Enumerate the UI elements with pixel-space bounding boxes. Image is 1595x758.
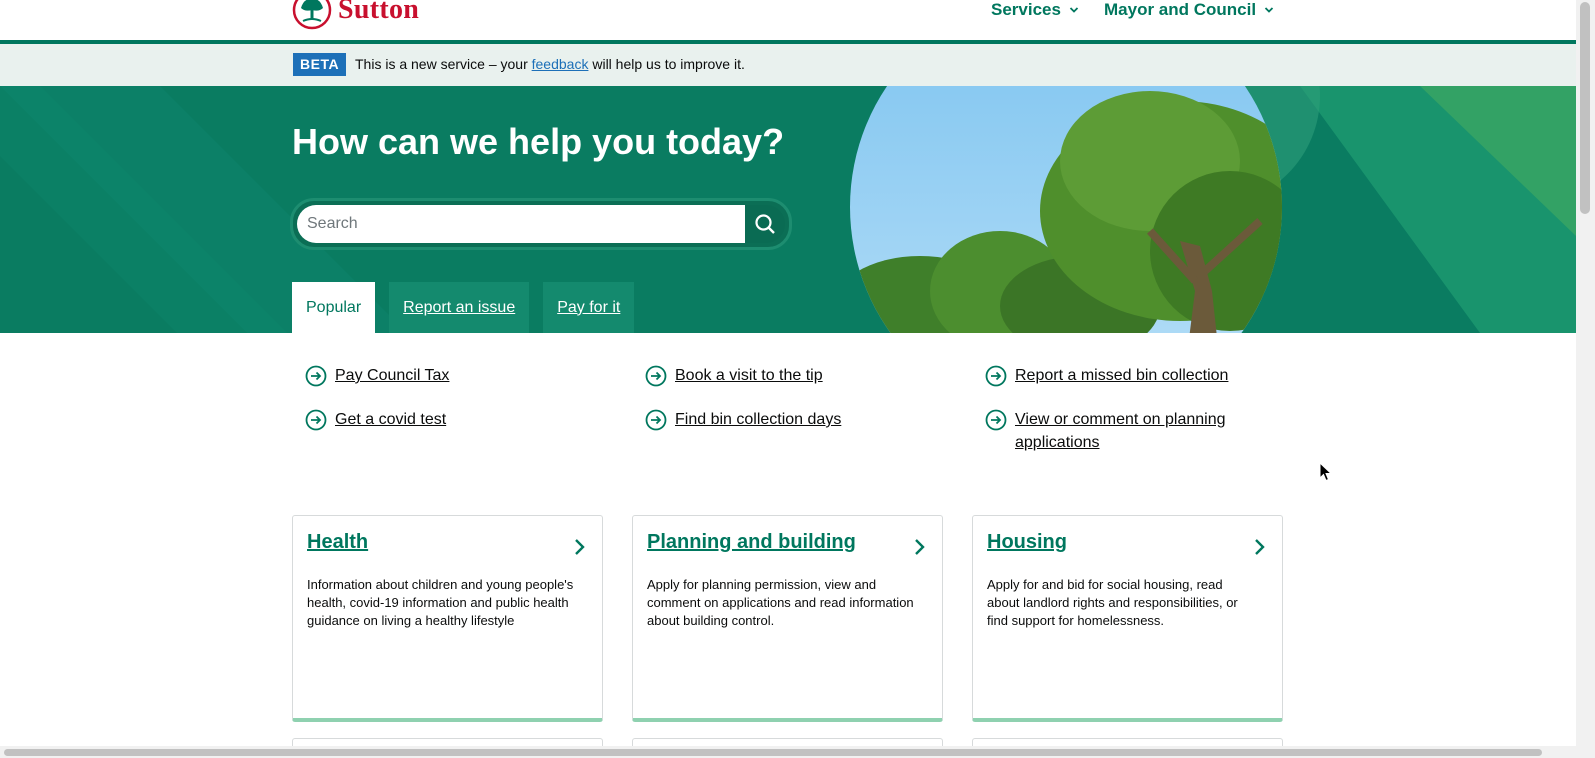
beta-text-after: will help us to improve it. bbox=[592, 56, 745, 72]
tree-logo-icon bbox=[292, 0, 332, 30]
tab-pay-for-it[interactable]: Pay for it bbox=[543, 282, 635, 333]
quick-link-label: Pay Council Tax bbox=[335, 367, 450, 384]
beta-text: This is a new service – your feedback wi… bbox=[355, 56, 745, 72]
beta-banner: BETA This is a new service – your feedba… bbox=[0, 44, 1576, 86]
chevron-down-icon bbox=[1264, 7, 1274, 13]
search-button[interactable] bbox=[745, 205, 785, 243]
feedback-link[interactable]: feedback bbox=[532, 56, 589, 72]
horizontal-scrollbar[interactable] bbox=[0, 746, 1576, 758]
mouse-cursor-icon bbox=[1319, 462, 1333, 482]
quick-link-planning-applications[interactable]: View or comment on planning applications bbox=[985, 408, 1245, 454]
horizontal-scrollbar-thumb[interactable] bbox=[4, 749, 1542, 756]
page: Sutton Services Mayor and Council BETA T… bbox=[0, 0, 1576, 758]
nav-services-label: Services bbox=[991, 0, 1061, 19]
search-box bbox=[290, 198, 792, 250]
chevron-down-icon bbox=[1069, 7, 1079, 13]
card-title[interactable]: Housing bbox=[987, 531, 1067, 554]
nav-mayor-and-council[interactable]: Mayor and Council bbox=[1104, 0, 1274, 20]
arrow-circle-right-icon bbox=[645, 365, 667, 387]
quick-link-book-tip-visit[interactable]: Book a visit to the tip bbox=[645, 364, 823, 387]
card-description: Information about children and young peo… bbox=[307, 577, 574, 628]
search-icon bbox=[755, 214, 775, 234]
chevron-right-icon bbox=[575, 539, 585, 555]
quick-link-label: View or comment on planning applications bbox=[1015, 411, 1226, 451]
sutton-logo[interactable]: Sutton bbox=[292, 0, 419, 30]
hero-tabs: Popular Report an issue Pay for it bbox=[292, 282, 635, 333]
quick-link-bin-days[interactable]: Find bin collection days bbox=[645, 408, 841, 431]
quick-link-covid-test[interactable]: Get a covid test bbox=[305, 408, 446, 431]
search-input[interactable] bbox=[297, 205, 745, 243]
card-title[interactable]: Planning and building bbox=[647, 531, 856, 554]
quick-link-label: Get a covid test bbox=[335, 411, 447, 428]
card-housing[interactable]: Housing Apply for and bid for social hou… bbox=[972, 515, 1283, 722]
tab-report-an-issue[interactable]: Report an issue bbox=[389, 282, 530, 333]
chevron-right-icon bbox=[1255, 539, 1265, 555]
arrow-circle-right-icon bbox=[985, 365, 1007, 387]
hero-park-image bbox=[850, 86, 1282, 333]
arrow-circle-right-icon bbox=[305, 409, 327, 431]
vertical-scrollbar[interactable] bbox=[1576, 0, 1595, 758]
card-description: Apply for and bid for social housing, re… bbox=[987, 577, 1238, 628]
card-title[interactable]: Health bbox=[307, 531, 368, 554]
nav-mayor-label: Mayor and Council bbox=[1104, 0, 1257, 19]
quick-link-pay-council-tax[interactable]: Pay Council Tax bbox=[305, 364, 449, 387]
arrow-circle-right-icon bbox=[305, 365, 327, 387]
hero-section: How can we help you today? Popular Repor… bbox=[0, 86, 1576, 333]
beta-text-before: This is a new service – your bbox=[355, 56, 528, 72]
arrow-circle-right-icon bbox=[985, 409, 1007, 431]
card-planning-and-building[interactable]: Planning and building Apply for planning… bbox=[632, 515, 943, 722]
quick-link-report-missed-bin[interactable]: Report a missed bin collection bbox=[985, 364, 1228, 387]
nav-services[interactable]: Services bbox=[991, 0, 1079, 20]
card-description: Apply for planning permission, view and … bbox=[647, 577, 914, 628]
beta-tag: BETA bbox=[293, 53, 347, 76]
logo-text: Sutton bbox=[338, 0, 420, 25]
quick-link-label: Book a visit to the tip bbox=[675, 367, 823, 384]
hero-title: How can we help you today? bbox=[292, 121, 785, 162]
quick-link-label: Find bin collection days bbox=[675, 411, 842, 428]
tab-popular[interactable]: Popular bbox=[292, 282, 376, 333]
park-illustration bbox=[850, 86, 1282, 333]
chevron-right-icon bbox=[915, 539, 925, 555]
site-header: Sutton Services Mayor and Council bbox=[0, 0, 1576, 44]
quick-link-label: Report a missed bin collection bbox=[1015, 367, 1229, 384]
vertical-scrollbar-thumb[interactable] bbox=[1580, 2, 1590, 214]
card-health[interactable]: Health Information about children and yo… bbox=[292, 515, 603, 722]
arrow-circle-right-icon bbox=[645, 409, 667, 431]
